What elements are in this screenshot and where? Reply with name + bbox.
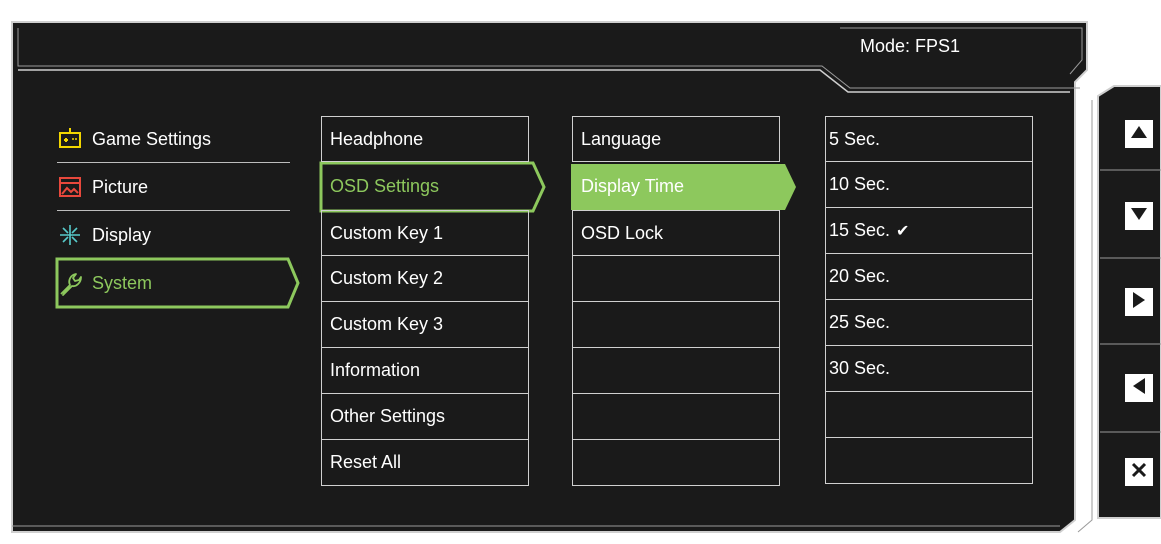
down-arrow-icon	[1130, 207, 1148, 226]
category-label: Display	[92, 224, 152, 245]
submenu-item-osd-settings[interactable]: OSD Settings	[321, 163, 529, 209]
value-25-sec[interactable]: 25 Sec.	[825, 300, 1033, 346]
value-10-sec[interactable]: 10 Sec.	[825, 162, 1033, 208]
option-osd-lock[interactable]: OSD Lock	[572, 210, 780, 256]
up-button[interactable]	[1125, 120, 1153, 148]
right-button[interactable]	[1125, 288, 1153, 316]
option-language[interactable]: Language	[572, 116, 780, 162]
submenu-item-custom-key-3[interactable]: Custom Key 3	[321, 302, 529, 348]
divider	[57, 162, 290, 163]
checkmark-icon: ✔	[896, 222, 910, 240]
value-30-sec[interactable]: 30 Sec.	[825, 346, 1033, 392]
gamepad-icon	[58, 127, 82, 151]
category-game-settings[interactable]: Game Settings	[58, 118, 211, 160]
value-empty	[825, 392, 1033, 438]
down-button[interactable]	[1125, 202, 1153, 230]
value-5-sec[interactable]: 5 Sec.	[825, 116, 1033, 162]
category-system[interactable]: System	[58, 262, 152, 304]
submenu-item-custom-key-2[interactable]: Custom Key 2	[321, 256, 529, 302]
divider	[57, 210, 290, 211]
category-label: Game Settings	[92, 128, 212, 149]
close-icon	[1131, 462, 1147, 483]
value-15-sec[interactable]: 15 Sec. ✔	[825, 208, 1033, 254]
option-empty	[572, 394, 780, 440]
mode-label: Mode: FPS1	[860, 36, 961, 56]
option-empty	[572, 440, 780, 486]
value-empty	[825, 438, 1033, 484]
display-arrows-icon	[58, 223, 82, 247]
category-picture[interactable]: Picture	[58, 166, 148, 208]
category-label: System	[92, 272, 153, 293]
submenu-item-reset-all[interactable]: Reset All	[321, 440, 529, 486]
close-button[interactable]	[1125, 458, 1153, 486]
value-20-sec[interactable]: 20 Sec.	[825, 254, 1033, 300]
wrench-icon	[58, 271, 82, 296]
submenu-item-headphone[interactable]: Headphone	[321, 116, 529, 162]
option-empty	[572, 302, 780, 348]
left-arrow-icon	[1132, 377, 1146, 400]
value-label: 15 Sec.	[829, 220, 891, 240]
option-display-time[interactable]: Display Time	[572, 163, 780, 209]
submenu-item-information[interactable]: Information	[321, 348, 529, 394]
category-display[interactable]: Display	[58, 214, 151, 256]
right-arrow-icon	[1132, 291, 1146, 314]
up-arrow-icon	[1130, 125, 1148, 144]
option-empty	[572, 348, 780, 394]
picture-icon	[58, 175, 82, 199]
option-empty	[572, 256, 780, 302]
submenu-item-other-settings[interactable]: Other Settings	[321, 394, 529, 440]
submenu-item-custom-key-1[interactable]: Custom Key 1	[321, 210, 529, 256]
left-button[interactable]	[1125, 374, 1153, 402]
category-label: Picture	[92, 176, 149, 197]
